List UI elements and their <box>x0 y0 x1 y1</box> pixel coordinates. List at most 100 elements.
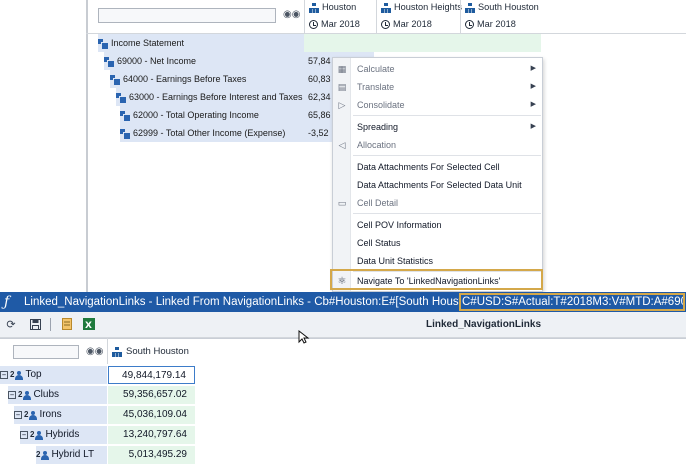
refresh-icon[interactable]: ⟳ <box>4 317 18 331</box>
cube-view-toolbar: ⟳ X Linked_NavigationLinks <box>0 312 686 338</box>
row-filter-input[interactable] <box>98 8 276 23</box>
row-filter-input[interactable] <box>13 345 79 359</box>
user-group-icon: 2 <box>24 406 38 424</box>
submenu-arrow-icon: ▶ <box>530 83 536 90</box>
menu-item-attachments-cell[interactable]: Data Attachments For Selected Cell <box>333 158 542 176</box>
account-icon <box>110 74 121 86</box>
context-menu: ▦ Calculate ▶ ▤ Translate ▶ ▷ Consolidat… <box>332 57 543 292</box>
submenu-arrow-icon: ▶ <box>530 101 536 108</box>
submenu-arrow-icon: ▶ <box>530 123 536 130</box>
user-group-icon: 2 <box>30 426 44 444</box>
row-header[interactable]: 64000 - Earnings Before Taxes <box>110 70 304 88</box>
menu-separator <box>353 115 541 116</box>
row-header[interactable]: Income Statement <box>98 34 304 52</box>
cell-detail-icon: ▭ <box>337 197 347 208</box>
account-icon <box>98 38 109 50</box>
menu-item-spreading[interactable]: Spreading ▶ <box>333 118 542 136</box>
column-header-houston-heights[interactable]: Houston Heights Mar 2018 <box>376 0 462 34</box>
data-cell[interactable] <box>304 34 376 52</box>
collapse-icon[interactable]: − <box>0 371 8 379</box>
row-header[interactable]: − 2 Hybrids <box>20 426 107 444</box>
clock-icon <box>465 19 474 29</box>
status-icon <box>333 234 351 252</box>
row-label: 64000 - Earnings Before Taxes <box>123 74 247 84</box>
row-header[interactable]: 63000 - Earnings Before Interest and Tax… <box>116 88 304 106</box>
excel-icon[interactable]: X <box>82 317 96 331</box>
row-label: Income Statement <box>111 38 185 48</box>
table-row: Income Statement <box>86 34 686 52</box>
menu-item-label: Consolidate <box>357 100 405 110</box>
menu-item-cell-detail[interactable]: ▭ Cell Detail <box>333 194 542 212</box>
row-header[interactable]: 2 Hybrid LT <box>36 446 107 464</box>
row-label: Irons <box>39 409 62 420</box>
entity-icon <box>309 2 319 13</box>
linked-window-title-bar: ƒ Linked_NavigationLinks - Linked From N… <box>0 292 686 312</box>
clock-icon <box>381 19 390 29</box>
row-header[interactable]: 62999 - Total Other Income (Expense) <box>120 124 304 142</box>
translate-icon: ▤ <box>337 81 347 92</box>
column-entity: Houston <box>322 2 357 12</box>
pov-text-highlight: C#USD:S#Actual:T#2018M3:V#MTD:A#69000 <box>459 293 685 311</box>
row-label: 62999 - Total Other Income (Expense) <box>133 128 286 138</box>
row-label: Clubs <box>33 389 60 400</box>
menu-item-data-unit-statistics[interactable]: Data Unit Statistics <box>333 252 542 270</box>
data-cell[interactable]: 5,013,495.29 <box>108 446 195 464</box>
menu-item-calculate[interactable]: ▦ Calculate ▶ <box>333 60 542 78</box>
user-group-icon: 2 <box>10 366 24 384</box>
menu-item-cell-pov-information[interactable]: Cell POV Information <box>333 216 542 234</box>
app-logo-icon: ƒ <box>4 294 10 310</box>
column-period: Mar 2018 <box>393 19 432 29</box>
account-icon <box>116 92 127 104</box>
menu-item-allocation[interactable]: ◁ Allocation <box>333 136 542 154</box>
info-icon <box>333 216 351 234</box>
entity-icon <box>112 346 122 357</box>
row-label: 63000 - Earnings Before Interest and Tax… <box>129 92 303 102</box>
row-header[interactable]: − 2 Irons <box>14 406 107 424</box>
collapse-icon[interactable]: − <box>20 431 28 439</box>
row-header[interactable]: − 2 Clubs <box>8 386 107 404</box>
save-icon[interactable] <box>28 317 42 331</box>
clock-icon <box>309 19 318 29</box>
column-entity: Houston Heights <box>394 2 462 12</box>
row-label: Hybrids <box>45 429 80 440</box>
collapse-icon[interactable]: − <box>8 391 16 399</box>
data-cell[interactable] <box>376 34 541 52</box>
cube-view-title: Linked_NavigationLinks <box>426 319 542 330</box>
submenu-arrow-icon: ▶ <box>530 65 536 72</box>
menu-item-translate[interactable]: ▤ Translate ▶ <box>333 78 542 96</box>
row-label: Top <box>25 369 42 380</box>
menu-item-cell-status[interactable]: Cell Status <box>333 234 542 252</box>
row-header[interactable]: − 2 Top <box>0 366 107 384</box>
column-header-south-houston[interactable]: South Houston Mar 2018 <box>460 0 546 34</box>
collapse-icon[interactable]: − <box>14 411 22 419</box>
data-cell[interactable]: 59,356,657.02 <box>108 386 195 404</box>
toolbar-separator <box>50 318 51 331</box>
binoculars-icon[interactable]: ◉◉ <box>283 9 300 21</box>
menu-item-label: Cell Status <box>357 238 401 248</box>
row-label: 62000 - Total Operating Income <box>133 110 259 120</box>
menu-item-label: Calculate <box>357 64 395 74</box>
row-label: Hybrid LT <box>51 449 95 460</box>
column-header-houston[interactable]: Houston Mar 2018 <box>304 0 376 34</box>
menu-item-label: Data Attachments For Selected Cell <box>357 162 500 172</box>
binoculars-icon[interactable]: ◉◉ <box>86 346 103 358</box>
menu-item-label: Translate <box>357 82 395 92</box>
report-icon[interactable] <box>60 317 74 331</box>
table-row: − 2 Top 49,844,179.14 <box>0 365 200 385</box>
consolidate-icon: ▷ <box>338 99 346 110</box>
calculator-icon: ▦ <box>337 63 347 74</box>
menu-item-consolidate[interactable]: ▷ Consolidate ▶ <box>333 96 542 114</box>
data-cell[interactable]: 13,240,797.64 <box>108 426 195 444</box>
mouse-cursor-icon <box>298 330 310 344</box>
svg-text:X: X <box>85 321 92 330</box>
row-header[interactable]: 69000 - Net Income <box>104 52 304 70</box>
column-header-south-houston[interactable]: South Houston <box>107 338 195 364</box>
menu-item-label: Spreading <box>357 122 399 132</box>
table-row: − 2 Irons 45,036,109.04 <box>0 405 200 425</box>
allocation-icon: ◁ <box>338 139 346 150</box>
data-cell-selected[interactable]: 49,844,179.14 <box>108 366 195 384</box>
data-cell[interactable]: 45,036,109.04 <box>108 406 195 424</box>
row-header[interactable]: 62000 - Total Operating Income <box>120 106 304 124</box>
menu-item-attachments-data-unit[interactable]: Data Attachments For Selected Data Unit <box>333 176 542 194</box>
spreading-icon <box>333 118 351 136</box>
